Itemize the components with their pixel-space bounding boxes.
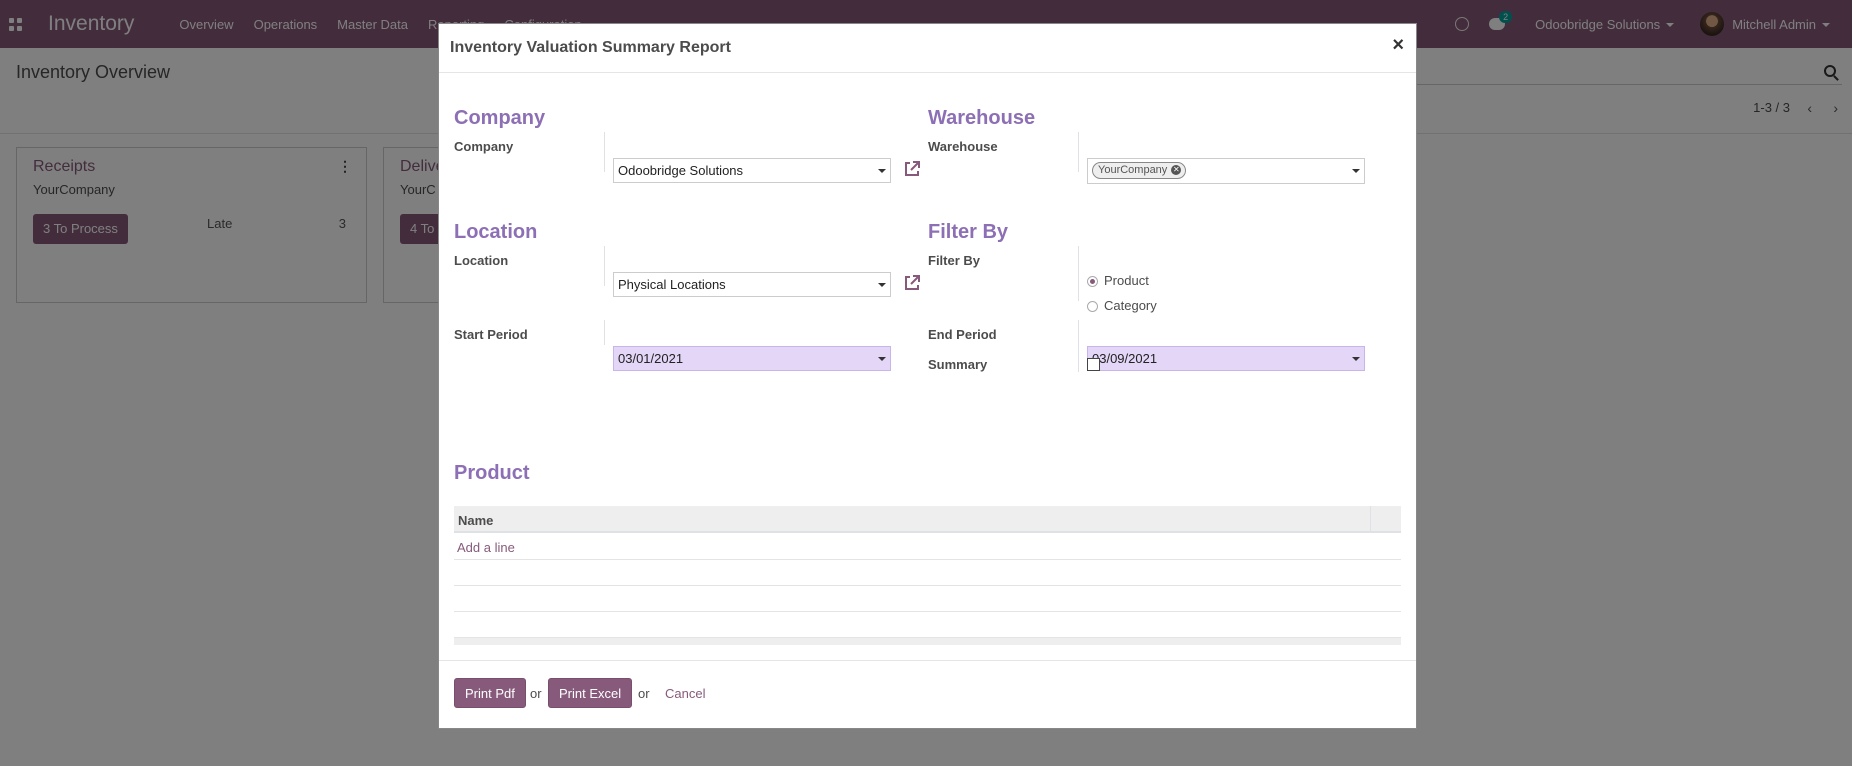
modal-footer: Print Pdf or Print Excel or Cancel xyxy=(439,660,1416,728)
divider xyxy=(604,246,605,286)
modal-title: Inventory Valuation Summary Report xyxy=(450,39,731,56)
table-row xyxy=(454,586,1401,612)
or-text: or xyxy=(638,686,650,701)
cancel-button[interactable]: Cancel xyxy=(665,686,705,701)
filter-by-label: Filter By xyxy=(928,253,981,268)
close-icon[interactable]: × xyxy=(1392,34,1404,57)
filter-category-radio[interactable] xyxy=(1087,301,1098,312)
product-group-title: Product xyxy=(454,462,530,484)
divider xyxy=(1078,320,1079,372)
report-wizard-dialog: Inventory Valuation Summary Report × Com… xyxy=(438,23,1417,729)
divider xyxy=(1078,132,1079,172)
column-divider xyxy=(1370,506,1371,533)
summary-label: Summary xyxy=(928,357,988,372)
company-select[interactable]: Odoobridge Solutions xyxy=(613,158,891,183)
end-period-input[interactable]: 03/09/2021 xyxy=(1087,346,1365,371)
location-select-value: Physical Locations xyxy=(618,277,726,292)
table-footer xyxy=(454,638,1401,645)
print-excel-button[interactable]: Print Excel xyxy=(548,678,633,708)
dropdown-caret-icon xyxy=(1352,357,1360,361)
dropdown-caret-icon xyxy=(1352,169,1360,173)
remove-tag-icon[interactable]: ✕ xyxy=(1171,165,1182,175)
company-group-title: Company xyxy=(454,107,546,129)
end-period-label: End Period xyxy=(928,327,997,342)
location-group-title: Location xyxy=(454,221,538,243)
print-pdf-button[interactable]: Print Pdf xyxy=(454,678,526,708)
end-period-value: 03/09/2021 xyxy=(1092,351,1158,366)
filter-group-title: Filter By xyxy=(928,221,1009,243)
summary-checkbox[interactable] xyxy=(1087,358,1100,371)
filter-product-radio[interactable] xyxy=(1087,276,1098,287)
table-row xyxy=(454,560,1401,586)
dropdown-caret-icon xyxy=(878,357,886,361)
dropdown-caret-icon xyxy=(878,283,886,287)
modal-body: Company Company Odoobridge Solutions War… xyxy=(439,73,1416,660)
divider xyxy=(604,132,605,172)
location-label: Location xyxy=(454,253,509,268)
product-table-header: Name xyxy=(454,506,1401,533)
warehouse-tag: YourCompany ✕ xyxy=(1092,162,1187,179)
warehouse-tag-label: YourCompany xyxy=(1098,164,1168,176)
column-name-header[interactable]: Name xyxy=(458,513,493,528)
external-link-icon[interactable] xyxy=(903,160,921,178)
company-select-value: Odoobridge Solutions xyxy=(618,163,744,178)
warehouse-label: Warehouse xyxy=(928,139,998,154)
warehouse-group-title: Warehouse xyxy=(928,107,1036,129)
filter-category-label[interactable]: Category xyxy=(1104,298,1157,313)
dropdown-caret-icon xyxy=(878,169,886,173)
divider xyxy=(1078,246,1079,301)
table-row: Add a line xyxy=(454,534,1401,560)
external-link-icon[interactable] xyxy=(903,274,921,292)
start-period-value: 03/01/2021 xyxy=(618,351,684,366)
filter-product-label[interactable]: Product xyxy=(1104,273,1149,288)
company-label: Company xyxy=(454,139,514,154)
divider xyxy=(604,320,605,345)
start-period-input[interactable]: 03/01/2021 xyxy=(613,346,891,371)
location-select[interactable]: Physical Locations xyxy=(613,272,891,297)
or-text: or xyxy=(530,686,542,701)
add-line-link[interactable]: Add a line xyxy=(457,540,515,555)
modal-header: Inventory Valuation Summary Report × xyxy=(439,24,1416,73)
table-row xyxy=(454,612,1401,638)
warehouse-many2many-field[interactable]: YourCompany ✕ xyxy=(1087,158,1365,184)
start-period-label: Start Period xyxy=(454,327,528,342)
